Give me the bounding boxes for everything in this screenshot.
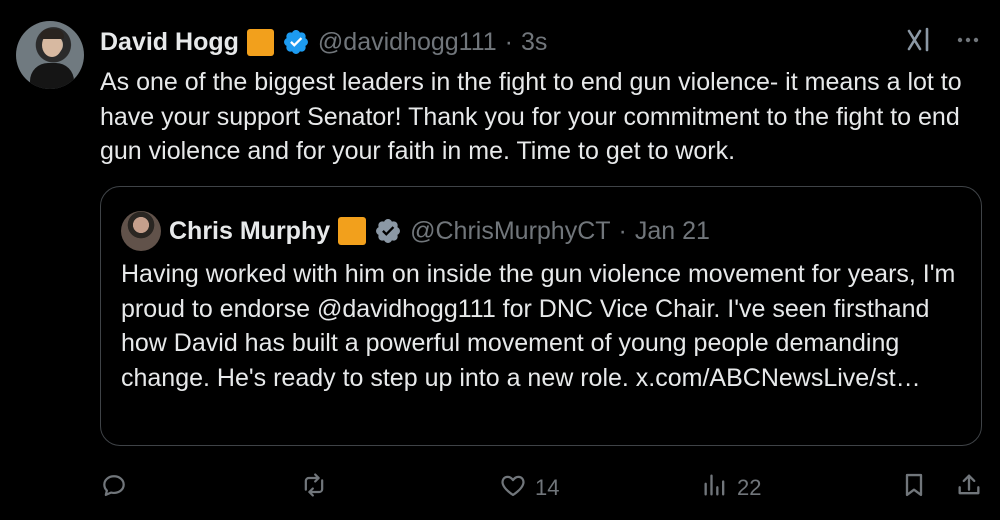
grok-icon[interactable] bbox=[904, 26, 932, 54]
tweet-text: As one of the biggest leaders in the fig… bbox=[100, 68, 962, 165]
repost-icon bbox=[300, 471, 328, 505]
author-name[interactable]: David Hogg bbox=[100, 28, 239, 57]
header-separator: · bbox=[504, 27, 513, 56]
author-handle[interactable]: @davidhogg111 bbox=[318, 28, 497, 57]
reply-button[interactable] bbox=[100, 468, 128, 508]
like-button[interactable]: 14 bbox=[499, 468, 559, 508]
avatar-hair bbox=[40, 29, 64, 39]
quoted-author-avatar[interactable] bbox=[121, 211, 161, 251]
quoted-header-separator: · bbox=[618, 216, 627, 245]
views-count: 22 bbox=[737, 475, 762, 500]
top-right-controls bbox=[904, 26, 982, 54]
quoted-tweet[interactable]: Chris Murphy @ChrisMurphyCT · Jan 21 Hav… bbox=[100, 186, 982, 446]
tweet-card[interactable]: David Hogg @davidhogg111 · 3s As one of … bbox=[0, 0, 1000, 520]
bookmark-icon bbox=[900, 471, 928, 505]
orange-square-badge bbox=[246, 28, 274, 56]
avatar-shirt bbox=[30, 63, 74, 89]
views-button[interactable]: 22 bbox=[701, 468, 761, 508]
heart-icon bbox=[499, 471, 527, 505]
verified-badge-icon[interactable] bbox=[282, 28, 310, 56]
bookmark-button[interactable] bbox=[900, 468, 928, 508]
more-icon[interactable] bbox=[954, 26, 982, 54]
views-icon bbox=[701, 471, 729, 505]
quoted-author-handle[interactable]: @ChrisMurphyCT bbox=[410, 217, 610, 246]
action-bar: 14 22 bbox=[100, 468, 985, 508]
author-avatar[interactable] bbox=[16, 21, 84, 89]
share-icon bbox=[955, 471, 983, 505]
verified-badge-icon[interactable] bbox=[374, 217, 402, 245]
like-count: 14 bbox=[535, 475, 560, 500]
quoted-tweet-date[interactable]: Jan 21 bbox=[635, 217, 710, 246]
share-button[interactable] bbox=[955, 468, 983, 508]
quoted-author-name[interactable]: Chris Murphy bbox=[169, 217, 330, 246]
quoted-tweet-header: Chris Murphy @ChrisMurphyCT · Jan 21 bbox=[169, 211, 710, 251]
tweet-header: David Hogg @davidhogg111 · 3s bbox=[100, 24, 547, 60]
orange-square-badge bbox=[338, 217, 367, 245]
reply-icon bbox=[100, 471, 128, 505]
repost-button[interactable] bbox=[300, 468, 328, 508]
tweet-timestamp[interactable]: 3s bbox=[521, 28, 547, 57]
quoted-tweet-text: Having worked with him on inside the gun… bbox=[121, 260, 956, 392]
